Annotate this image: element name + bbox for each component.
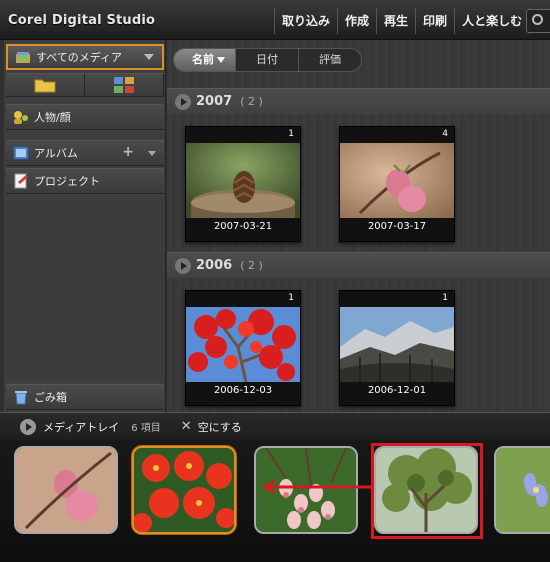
photo-red-maple [186, 307, 300, 382]
tray-toggle-icon[interactable] [20, 418, 36, 435]
photo-pinecone [186, 143, 300, 218]
group-header-2006[interactable]: 2006 ( 2 ) [167, 252, 550, 278]
app-title: Corel Digital Studio [8, 13, 156, 28]
search-icon [532, 14, 543, 25]
photo-mountain [340, 307, 454, 382]
grid-view-button[interactable] [85, 74, 164, 96]
media-thumbnail[interactable]: 1 2007-03-21 [185, 126, 301, 242]
add-icon[interactable]: + [122, 144, 134, 160]
media-tray-count: 6 項目 [131, 423, 161, 434]
group-count: ( 2 ) [240, 95, 263, 108]
group-count: ( 2 ) [240, 259, 263, 272]
app-window: Corel Digital Studio 取り込み 作成 再生 印刷 人と楽しむ… [0, 0, 550, 562]
menu-import[interactable]: 取り込み [275, 8, 339, 34]
tray-item-highlighted[interactable] [374, 446, 478, 534]
menu-share[interactable]: 人と楽しむ [455, 8, 531, 34]
project-icon [14, 173, 28, 189]
group-year: 2007 [196, 94, 233, 109]
photo-date: 2007-03-17 [367, 221, 427, 232]
folder-icon [34, 79, 56, 93]
group-year: 2006 [196, 258, 233, 273]
media-tray [0, 440, 550, 562]
sort-desc-icon [217, 57, 225, 63]
main-menu: 取り込み 作成 再生 印刷 人と楽しむ [274, 8, 531, 34]
menu-print[interactable]: 印刷 [416, 8, 456, 34]
title-bar: Corel Digital Studio 取り込み 作成 再生 印刷 人と楽しむ [0, 0, 550, 40]
stack-count-badge: 1 [288, 129, 294, 139]
search-field[interactable] [526, 9, 550, 33]
people-label: 人物/顔 [34, 111, 71, 124]
tray-item[interactable] [494, 446, 550, 534]
media-browser: 名前 日付 評価 2007 ( 2 ) 1 2007-03-21 4 2007-… [167, 40, 550, 412]
sort-by-date-button[interactable]: 日付 [236, 49, 299, 71]
clear-tray-button[interactable]: ✕ 空にする [181, 419, 242, 435]
chevron-down-icon[interactable] [148, 151, 156, 156]
photo-blue-flower [496, 448, 550, 532]
tray-item-selected[interactable] [132, 446, 236, 534]
photo-pink-bud [340, 143, 454, 218]
library-view-toggle [6, 73, 164, 97]
tray-item[interactable] [254, 446, 358, 534]
people-icon [14, 111, 28, 124]
close-icon: ✕ [180, 419, 192, 434]
menu-play[interactable]: 再生 [377, 8, 417, 34]
photo-pink-bud [16, 448, 116, 532]
media-tray-label: メディアトレイ [43, 420, 120, 434]
media-tray-bar: メディアトレイ 6 項目 ✕ 空にする [0, 412, 550, 440]
sidebar-item-people[interactable]: 人物/顔 [6, 104, 164, 130]
photo-green-tree [376, 448, 476, 532]
sidebar-empty-area [6, 200, 164, 380]
media-thumbnail[interactable]: 1 2006-12-03 [185, 290, 301, 406]
folder-view-button[interactable] [6, 74, 85, 96]
trash-label: ごみ箱 [34, 391, 67, 404]
photo-date: 2007-03-21 [213, 221, 273, 232]
expand-icon[interactable] [175, 257, 191, 274]
clear-tray-label: 空にする [197, 420, 242, 434]
album-icon [13, 146, 29, 160]
sort-bar: 名前 日付 評価 [173, 48, 362, 72]
expand-icon[interactable] [175, 93, 191, 110]
tray-item[interactable] [14, 446, 118, 534]
photo-red-dahlias [134, 448, 234, 532]
all-media-dropdown[interactable]: すべてのメディア [6, 44, 164, 70]
sidebar-item-project[interactable]: プロジェクト [6, 168, 164, 194]
photo-grid-icon [114, 77, 134, 93]
photo-pink-bell-flowers [256, 448, 356, 532]
stack-count-badge: 4 [442, 129, 448, 139]
project-label: プロジェクト [34, 175, 100, 188]
chevron-down-icon [144, 54, 154, 60]
sidebar: すべてのメディア 人物/顔 アルバム + プロジェクト ごみ箱 [4, 40, 166, 412]
media-library-icon [16, 52, 30, 63]
stack-count-badge: 1 [288, 293, 294, 303]
sort-by-name-button[interactable]: 名前 [174, 49, 236, 71]
sort-by-rating-button[interactable]: 評価 [299, 49, 361, 71]
trash-icon [15, 391, 27, 405]
group-header-2007[interactable]: 2007 ( 2 ) [167, 88, 550, 114]
media-thumbnail[interactable]: 4 2007-03-17 [339, 126, 455, 242]
sidebar-item-album[interactable]: アルバム + [6, 140, 164, 166]
sidebar-item-trash[interactable]: ごみ箱 [6, 384, 164, 410]
album-label: アルバム [34, 147, 78, 160]
sort-name-label: 名前 [192, 53, 214, 66]
media-thumbnail[interactable]: 1 2006-12-01 [339, 290, 455, 406]
menu-create[interactable]: 作成 [338, 8, 378, 34]
photo-date: 2006-12-01 [367, 385, 427, 396]
photo-date: 2006-12-03 [213, 385, 273, 396]
all-media-label: すべてのメディア [36, 51, 123, 64]
stack-count-badge: 1 [442, 293, 448, 303]
